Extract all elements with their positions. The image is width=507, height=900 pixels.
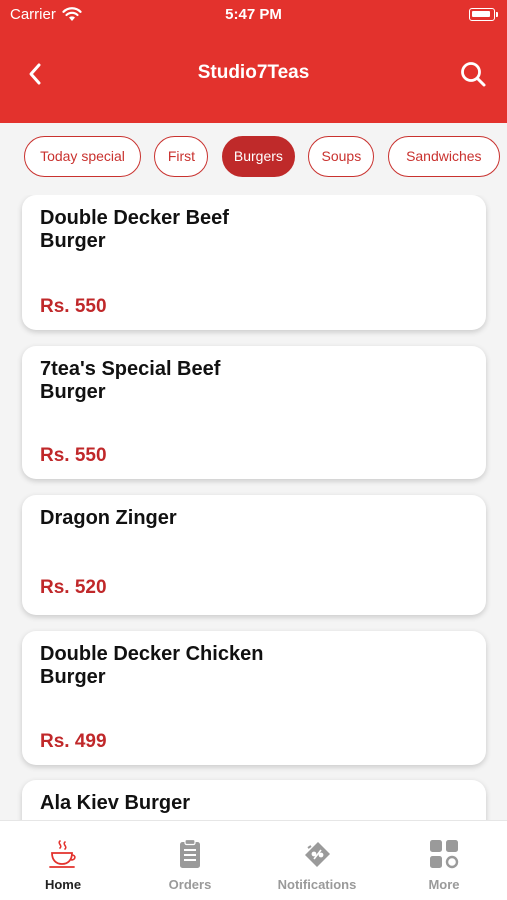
tab-more-label: More bbox=[428, 877, 460, 892]
app-screen: Carrier 5:47 PM Studio7Teas Today specia… bbox=[0, 0, 507, 900]
category-pills: Today special First Burgers Soups Sandwi… bbox=[24, 136, 507, 178]
category-pill-today-special[interactable]: Today special bbox=[24, 136, 141, 177]
tab-home-label: Home bbox=[44, 877, 82, 892]
search-icon bbox=[461, 62, 486, 87]
tab-notifications[interactable]: Notifications bbox=[254, 821, 380, 900]
menu-item-card[interactable]: Ala Kiev Burger bbox=[22, 780, 486, 820]
menu-item-price: Rs. 550 bbox=[40, 445, 107, 466]
battery-icon bbox=[469, 8, 498, 21]
page-title: Studio7Teas bbox=[197, 62, 310, 83]
menu-item-name: Dragon Zinger bbox=[40, 507, 177, 529]
grid-icon bbox=[430, 840, 459, 869]
status-time: 5:47 PM bbox=[225, 6, 282, 23]
menu-item-card[interactable]: 7tea's Special Beef Burger Rs. 550 bbox=[22, 346, 486, 479]
menu-item-card[interactable]: Double Decker Chicken Burger Rs. 499 bbox=[22, 631, 486, 765]
menu-item-card[interactable]: Double Decker Beef Burger Rs. 550 bbox=[22, 195, 486, 330]
tab-home[interactable]: Home bbox=[0, 821, 126, 900]
app-header: Carrier 5:47 PM Studio7Teas bbox=[0, 0, 507, 123]
menu-item-name: Double Decker Beef Burger bbox=[40, 207, 229, 252]
menu-item-name: Ala Kiev Burger bbox=[40, 792, 191, 814]
menu-item-price: Rs. 520 bbox=[40, 577, 107, 598]
tab-notifications-label: Notifications bbox=[277, 877, 357, 892]
search-button[interactable] bbox=[457, 58, 489, 90]
menu-item-name: Double Decker Chicken Burger bbox=[40, 643, 264, 688]
menu-list: Double Decker Beef Burger Rs. 550 7tea's… bbox=[0, 195, 507, 820]
home-cup-icon bbox=[49, 840, 76, 868]
menu-item-price: Rs. 550 bbox=[40, 296, 107, 317]
category-pill-first[interactable]: First bbox=[154, 136, 209, 177]
tab-more[interactable]: More bbox=[381, 821, 507, 900]
category-pill-soups[interactable]: Soups bbox=[308, 136, 375, 177]
category-pill-sandwiches[interactable]: Sandwiches bbox=[387, 136, 500, 177]
menu-item-price: Rs. 499 bbox=[40, 731, 107, 752]
status-bar: Carrier 5:47 PM bbox=[0, 0, 507, 30]
menu-item-card[interactable]: Dragon Zinger Rs. 520 bbox=[22, 495, 486, 615]
menu-item-name: 7tea's Special Beef Burger bbox=[40, 358, 221, 403]
tab-orders[interactable]: Orders bbox=[127, 821, 253, 900]
coupon-icon bbox=[305, 842, 330, 867]
clipboard-icon bbox=[180, 838, 200, 868]
tab-bar: Home Orders Notifications More bbox=[0, 820, 507, 900]
category-pill-burgers[interactable]: Burgers bbox=[221, 136, 295, 177]
tab-orders-label: Orders bbox=[168, 877, 212, 892]
